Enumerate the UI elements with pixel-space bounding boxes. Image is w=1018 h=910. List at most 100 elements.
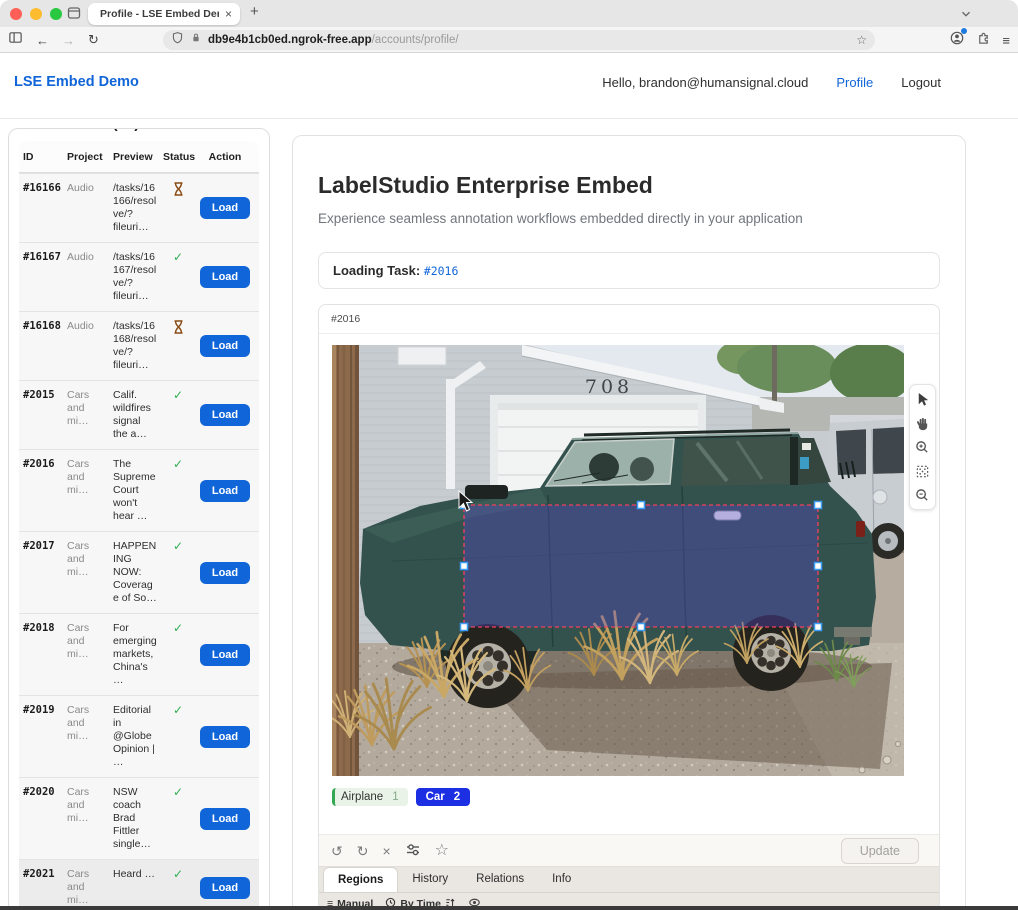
load-task-button[interactable]: Load bbox=[200, 480, 250, 502]
tab-regions[interactable]: Regions bbox=[323, 867, 398, 892]
load-task-button[interactable]: Load bbox=[200, 335, 250, 357]
task-project: Cars and mi… bbox=[63, 532, 109, 613]
table-row: #2017 Cars and mi… HAPPENING NOW: Covera… bbox=[19, 531, 259, 613]
browser-window: Profile - LSE Embed Demo × + ← → ↻ db9e4… bbox=[0, 0, 1018, 910]
label-airplane-hotkey: 1 bbox=[392, 791, 398, 803]
task-id: #2015 bbox=[19, 381, 63, 449]
load-task-button[interactable]: Load bbox=[200, 266, 250, 288]
task-project: Cars and mi… bbox=[63, 614, 109, 695]
new-tab-button[interactable]: + bbox=[250, 3, 259, 20]
close-window-button[interactable] bbox=[10, 8, 22, 20]
label-airplane[interactable]: Airplane 1 bbox=[332, 788, 408, 806]
load-task-button[interactable]: Load bbox=[200, 644, 250, 666]
account-notification-dot bbox=[961, 28, 967, 34]
redo-icon[interactable]: ↻ bbox=[357, 844, 369, 858]
task-preview: /tasks/16168/resolve/?fileuri… bbox=[109, 312, 159, 380]
tab-history[interactable]: History bbox=[398, 867, 462, 892]
task-id: #16166 bbox=[19, 174, 63, 242]
bbox-region-car[interactable] bbox=[464, 505, 818, 627]
settings-sliders-icon[interactable] bbox=[405, 842, 421, 860]
load-task-button[interactable]: Load bbox=[200, 877, 250, 899]
status-done-icon: ✓ bbox=[173, 785, 183, 799]
sidebar-toggle-icon[interactable] bbox=[8, 30, 23, 50]
task-preview: The Supreme Court won't hear … bbox=[109, 450, 159, 531]
forward-button[interactable]: → bbox=[62, 33, 75, 48]
site-header: LSE Embed Demo Hello, brandon@humansigna… bbox=[14, 74, 941, 90]
address-bar[interactable]: db9e4b1cb0ed.ngrok-free.app/accounts/pro… bbox=[163, 30, 875, 50]
task-id: #2016 bbox=[19, 450, 63, 531]
undo-icon[interactable]: ↺ bbox=[331, 844, 343, 858]
col-project: Project bbox=[63, 141, 109, 172]
task-image[interactable]: 708 bbox=[332, 345, 904, 776]
reset-icon[interactable]: × bbox=[382, 844, 390, 858]
task-list-heading: Select Task (30) bbox=[27, 128, 259, 133]
task-preview: HAPPENING NOW: Coverage of So… bbox=[109, 532, 159, 613]
embed-task-id: #2016 bbox=[319, 305, 939, 334]
profile-link[interactable]: Profile bbox=[836, 75, 873, 90]
task-preview: Calif. wildfires signal the a… bbox=[109, 381, 159, 449]
table-row: #2021 Cars and mi… Heard … ✓ Load bbox=[19, 859, 259, 910]
load-task-button[interactable]: Load bbox=[200, 726, 250, 748]
tab-info[interactable]: Info bbox=[538, 867, 585, 892]
tab-relations[interactable]: Relations bbox=[462, 867, 538, 892]
col-preview: Preview bbox=[109, 141, 159, 172]
site-brand[interactable]: LSE Embed Demo bbox=[14, 74, 139, 90]
tab-close-icon[interactable]: × bbox=[225, 7, 232, 21]
select-tool-button[interactable] bbox=[912, 389, 933, 409]
fit-to-screen-button[interactable] bbox=[912, 461, 933, 481]
annotation-canvas[interactable]: 708 bbox=[332, 345, 904, 776]
zoom-in-button[interactable] bbox=[912, 437, 933, 457]
extension-icon[interactable] bbox=[976, 30, 991, 50]
tab-overflow-chevron-icon[interactable] bbox=[959, 7, 973, 26]
menu-icon[interactable]: ≡ bbox=[1002, 33, 1010, 48]
col-status: Status bbox=[159, 141, 195, 172]
table-row: #16167 Audio /tasks/16167/resolve/?fileu… bbox=[19, 242, 259, 311]
task-preview: Heard … bbox=[109, 860, 159, 910]
zoom-out-button[interactable] bbox=[912, 485, 933, 505]
table-row: #2020 Cars and mi… NSW coach Brad Fittle… bbox=[19, 777, 259, 859]
browser-tab[interactable]: Profile - LSE Embed Demo × bbox=[88, 3, 240, 25]
back-button[interactable]: ← bbox=[36, 33, 49, 48]
load-task-button[interactable]: Load bbox=[200, 562, 250, 584]
task-project: Cars and mi… bbox=[63, 860, 109, 910]
update-button[interactable]: Update bbox=[841, 838, 919, 864]
url-path: /accounts/profile/ bbox=[372, 34, 459, 46]
label-car-hotkey: 2 bbox=[454, 791, 460, 803]
table-row: #2019 Cars and mi… Editorial in @Globe O… bbox=[19, 695, 259, 777]
lock-icon[interactable] bbox=[190, 31, 202, 49]
user-greeting: Hello, brandon@humansignal.cloud bbox=[602, 75, 808, 90]
details-tabs: Regions History Relations Info bbox=[319, 867, 939, 892]
label-car[interactable]: Car 2 bbox=[416, 788, 471, 806]
task-id: #16167 bbox=[19, 243, 63, 311]
bookmark-star-icon[interactable]: ☆ bbox=[856, 33, 867, 47]
task-project: Audio bbox=[63, 243, 109, 311]
minimize-window-button[interactable] bbox=[30, 8, 42, 20]
logout-link[interactable]: Logout bbox=[901, 75, 941, 90]
task-id: #2019 bbox=[19, 696, 63, 777]
firefox-view-icon[interactable] bbox=[66, 5, 82, 26]
load-task-button[interactable]: Load bbox=[200, 197, 250, 219]
ground-truth-star-icon[interactable]: ☆ bbox=[435, 843, 449, 859]
house-number: 708 bbox=[585, 376, 633, 398]
task-id: #16168 bbox=[19, 312, 63, 380]
load-task-button[interactable]: Load bbox=[200, 808, 250, 830]
account-icon[interactable] bbox=[949, 30, 965, 51]
reload-button[interactable]: ↻ bbox=[88, 32, 99, 48]
tracking-shield-icon[interactable] bbox=[171, 31, 184, 49]
status-pending-hourglass-icon bbox=[173, 187, 184, 199]
table-row: #2018 Cars and mi… For emerging markets,… bbox=[19, 613, 259, 695]
label-airplane-name: Airplane bbox=[341, 791, 383, 803]
load-task-button[interactable]: Load bbox=[200, 404, 250, 426]
canvas-toolbar bbox=[909, 384, 936, 510]
url-domain: db9e4b1cb0ed.ngrok-free.app bbox=[208, 34, 372, 46]
status-done-icon: ✓ bbox=[173, 867, 183, 881]
task-project: Cars and mi… bbox=[63, 381, 109, 449]
tab-title: Profile - LSE Embed Demo bbox=[100, 8, 219, 20]
task-table-header: ID Project Preview Status Action bbox=[19, 141, 259, 173]
zoom-window-button[interactable] bbox=[50, 8, 62, 20]
task-id: #2017 bbox=[19, 532, 63, 613]
table-row: #16168 Audio /tasks/16168/resolve/?fileu… bbox=[19, 311, 259, 380]
pan-tool-button[interactable] bbox=[912, 413, 933, 433]
window-controls[interactable] bbox=[10, 8, 62, 20]
table-row: #2016 Cars and mi… The Supreme Court won… bbox=[19, 449, 259, 531]
